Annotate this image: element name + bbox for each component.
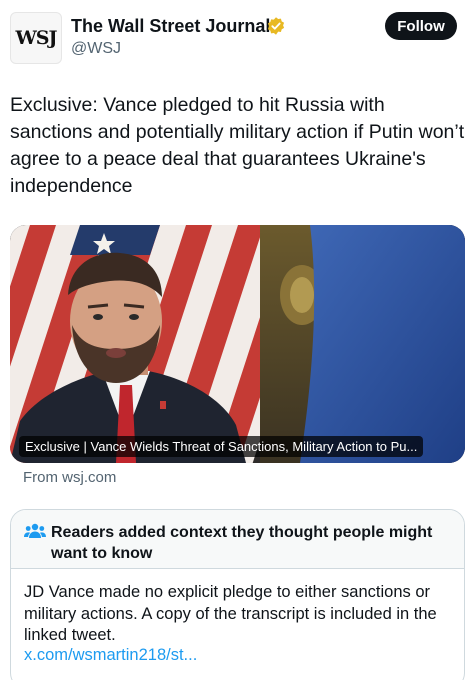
community-note-header: Readers added context they thought peopl… xyxy=(11,510,464,569)
tweet-header: WSJ The Wall Street Journal @WSJ Follow xyxy=(0,0,475,80)
link-source-domain[interactable]: From wsj.com xyxy=(23,469,116,486)
author-handle[interactable]: @WSJ xyxy=(71,40,121,58)
verified-badge-icon xyxy=(267,17,285,35)
community-note-link[interactable]: x.com/wsmartin218/st... xyxy=(24,646,197,665)
avatar[interactable]: WSJ xyxy=(10,12,62,64)
tweet-text: Exclusive: Vance pledged to hit Russia w… xyxy=(10,94,465,197)
news-photo xyxy=(10,225,465,463)
people-icon xyxy=(24,523,46,538)
avatar-logo-text: WSJ xyxy=(15,27,57,49)
link-card-title[interactable]: Exclusive | Vance Wields Threat of Sanct… xyxy=(19,436,424,457)
community-note-body: JD Vance made no explicit pledge to eith… xyxy=(24,583,437,644)
follow-button[interactable]: Follow xyxy=(385,12,457,40)
community-note-title: Readers added context they thought peopl… xyxy=(51,524,433,562)
author-display-name[interactable]: The Wall Street Journal xyxy=(71,16,270,37)
community-note: Readers added context they thought peopl… xyxy=(10,509,465,680)
link-card-image[interactable]: Exclusive | Vance Wields Threat of Sanct… xyxy=(10,225,465,463)
